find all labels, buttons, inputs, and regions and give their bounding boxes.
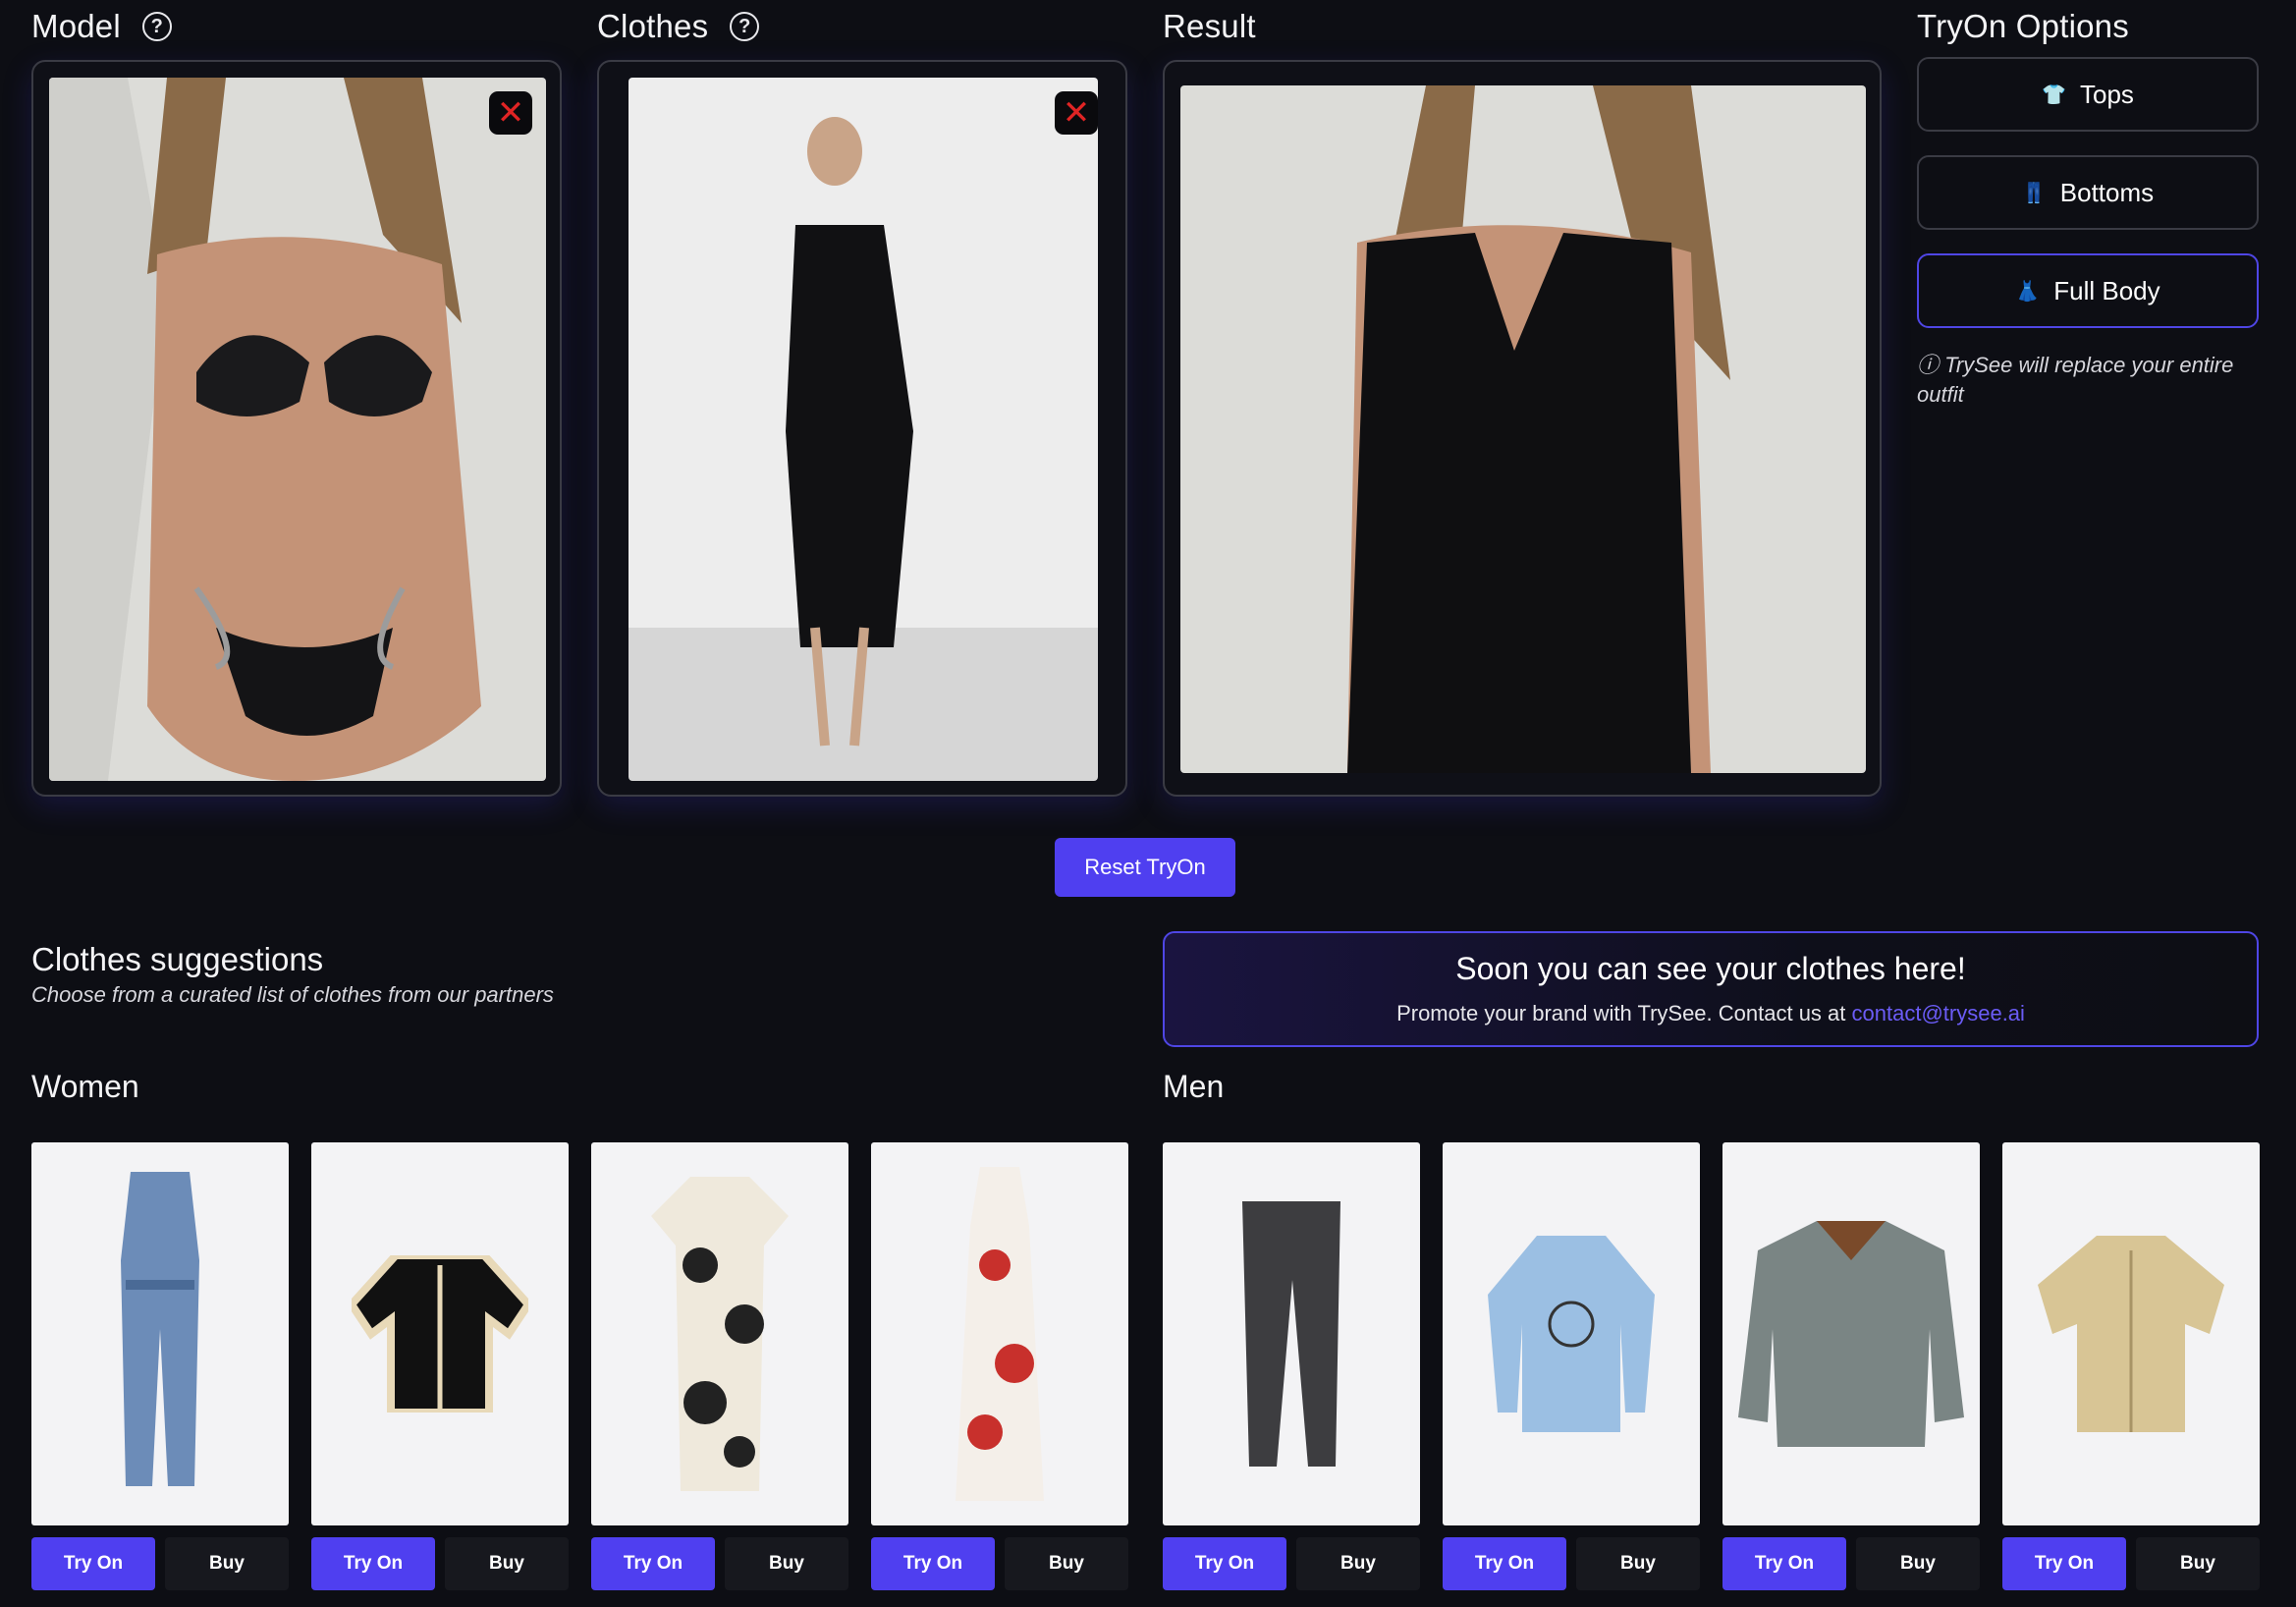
men-item-image[interactable]	[1443, 1142, 1700, 1525]
pants-icon: 👖	[2021, 182, 2047, 204]
try-on-button[interactable]: Try On	[871, 1537, 995, 1590]
clothes-heading: Clothes ?	[597, 8, 760, 45]
men-item-image[interactable]	[2002, 1142, 2260, 1525]
tops-option-button[interactable]: 👕 Tops	[1917, 57, 2259, 132]
promo-banner: Soon you can see your clothes here! Prom…	[1163, 931, 2259, 1047]
women-item-image[interactable]	[31, 1142, 289, 1525]
women-item-image[interactable]	[311, 1142, 569, 1525]
result-heading: Result	[1163, 8, 1256, 44]
try-on-button[interactable]: Try On	[311, 1537, 435, 1590]
promo-text: Promote your brand with TrySee. Contact …	[1396, 1001, 1852, 1025]
options-heading: TryOn Options	[1917, 8, 2129, 44]
women-item-image[interactable]	[591, 1142, 848, 1525]
try-on-button[interactable]: Try On	[31, 1537, 155, 1590]
model-photo	[49, 78, 546, 781]
close-icon: ✕	[496, 94, 525, 132]
buy-button[interactable]: Buy	[445, 1537, 569, 1590]
buy-button[interactable]: Buy	[1576, 1537, 1700, 1590]
try-on-button[interactable]: Try On	[2002, 1537, 2126, 1590]
women-item-image[interactable]	[871, 1142, 1128, 1525]
help-icon[interactable]: ?	[141, 12, 172, 41]
bottoms-option-button[interactable]: 👖 Bottoms	[1917, 155, 2259, 230]
try-on-button[interactable]: Try On	[1163, 1537, 1286, 1590]
reset-tryon-button[interactable]: Reset TryOn	[1055, 838, 1235, 897]
buy-button[interactable]: Buy	[725, 1537, 848, 1590]
men-item-image[interactable]	[1722, 1142, 1980, 1525]
buy-button[interactable]: Buy	[1296, 1537, 1420, 1590]
tops-label: Tops	[2079, 79, 2134, 109]
clothes-heading-label: Clothes	[597, 8, 709, 44]
try-on-button[interactable]: Try On	[1722, 1537, 1846, 1590]
suggestions-title: Clothes suggestions	[31, 941, 324, 977]
buy-button[interactable]: Buy	[2136, 1537, 2260, 1590]
buy-button[interactable]: Buy	[1005, 1537, 1128, 1590]
suggestions-subtitle: Choose from a curated list of clothes fr…	[31, 982, 554, 1007]
buy-button[interactable]: Buy	[1856, 1537, 1980, 1590]
option-note: ⓘ TrySee will replace your entire outfit	[1917, 353, 2234, 407]
contact-email-link[interactable]: contact@trysee.ai	[1852, 1001, 2025, 1025]
model-heading: Model ?	[31, 8, 172, 45]
close-icon: ✕	[1062, 94, 1091, 132]
model-heading-label: Model	[31, 8, 121, 44]
dress-icon: 👗	[2015, 280, 2041, 303]
help-icon[interactable]: ?	[730, 12, 760, 41]
buy-button[interactable]: Buy	[165, 1537, 289, 1590]
clothes-panel: ✕	[597, 60, 1127, 797]
model-panel: ✕	[31, 60, 562, 797]
full-body-option-button[interactable]: 👗 Full Body	[1917, 253, 2259, 328]
shirt-icon: 👕	[2042, 83, 2066, 106]
men-item-image[interactable]	[1163, 1142, 1420, 1525]
promo-text-row: Promote your brand with TrySee. Contact …	[1165, 1001, 2257, 1026]
remove-model-button[interactable]: ✕	[489, 91, 532, 135]
bottoms-label: Bottoms	[2059, 177, 2155, 207]
full-body-label: Full Body	[2053, 275, 2160, 305]
promo-title: Soon you can see your clothes here!	[1455, 951, 1966, 986]
result-photo	[1180, 85, 1866, 773]
remove-clothes-button[interactable]: ✕	[1055, 91, 1098, 135]
women-heading: Women	[31, 1069, 139, 1104]
try-on-button[interactable]: Try On	[1443, 1537, 1566, 1590]
men-heading: Men	[1163, 1069, 1225, 1104]
try-on-button[interactable]: Try On	[591, 1537, 715, 1590]
result-panel	[1163, 60, 1882, 797]
clothes-photo	[629, 78, 1098, 781]
